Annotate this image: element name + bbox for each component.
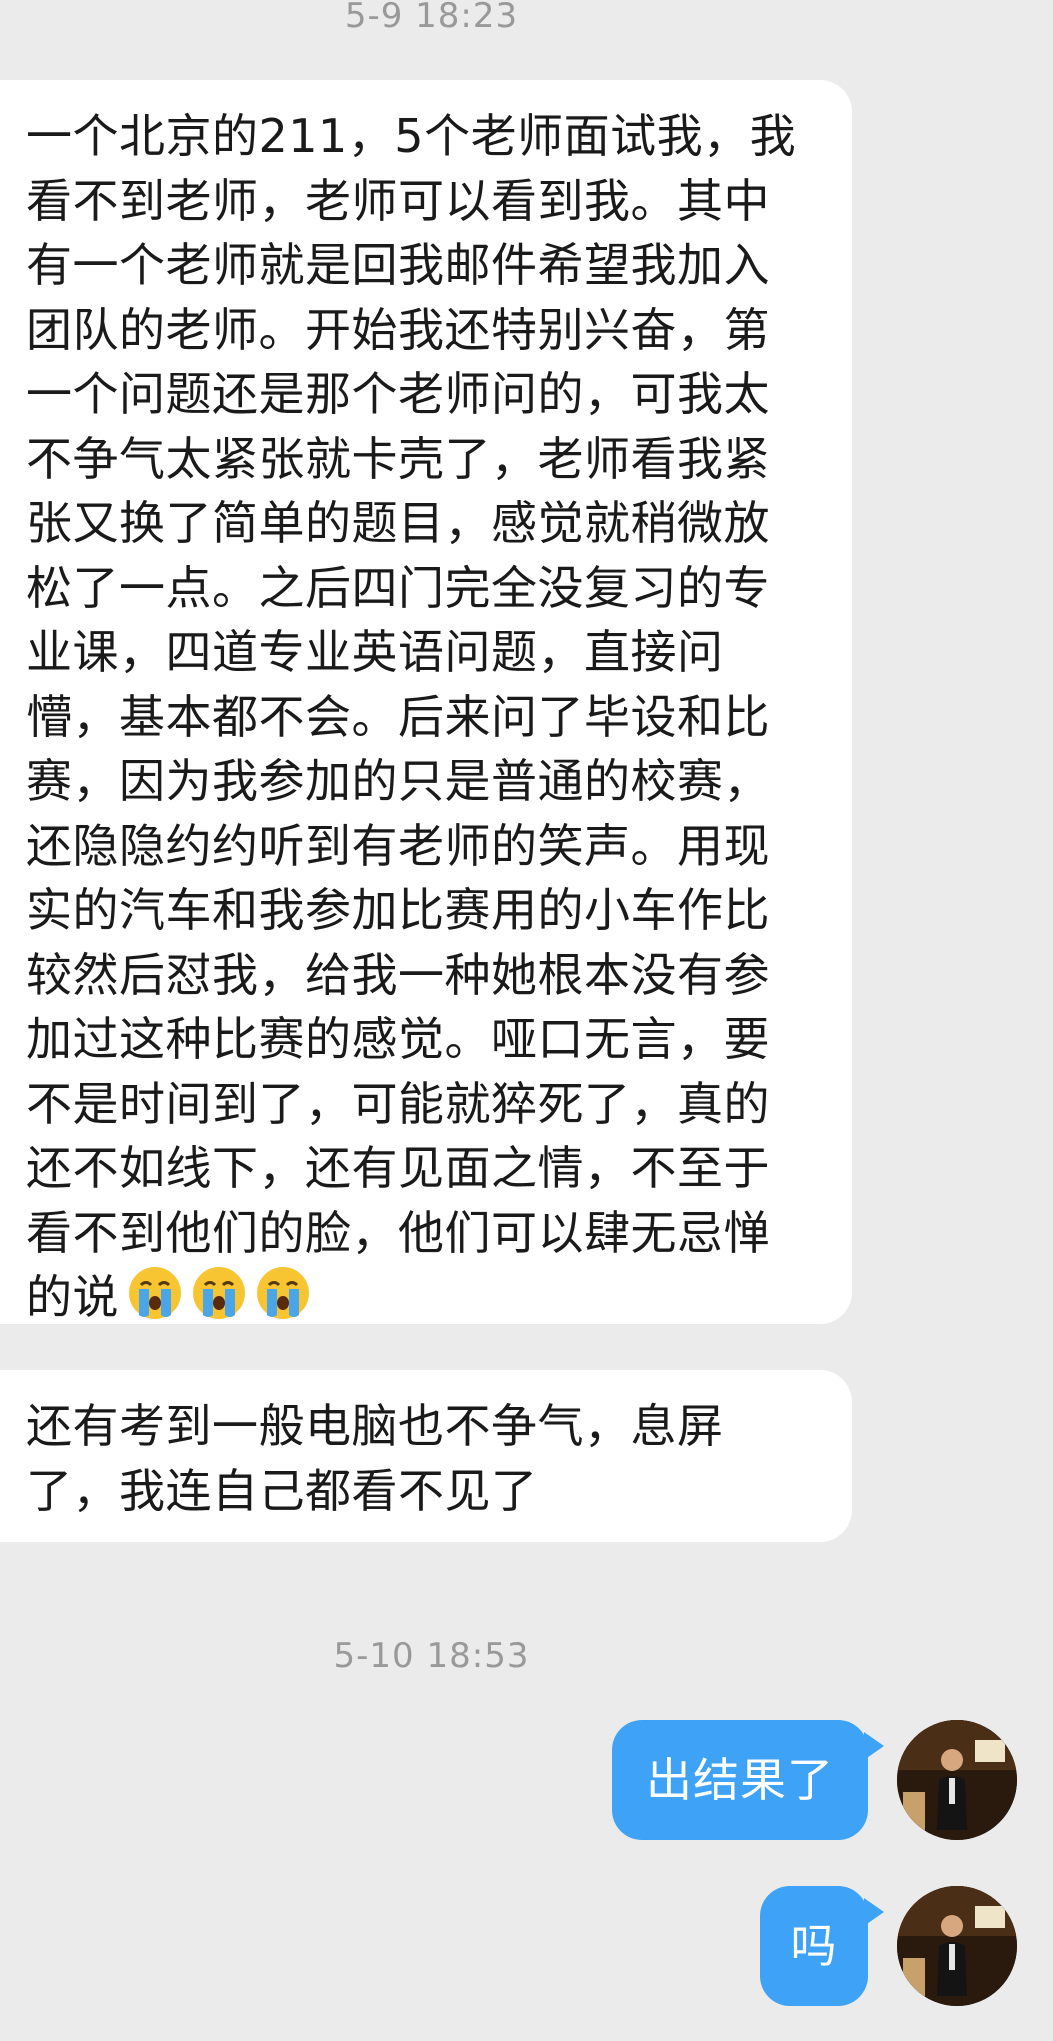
- incoming-message-bubble[interactable]: 一个北京的211，5个老师面试我，我 看不到老师，老师可以看到我。其中 有一个老…: [0, 80, 852, 1324]
- message-text: 还有考到一般电脑也不争气，息屏 了，我连自己都看不见了: [26, 1399, 724, 1518]
- message-text: 吗: [790, 1919, 838, 1973]
- message-text: 出结果了: [646, 1753, 834, 1807]
- timestamp: 5-9 18:23: [344, 0, 519, 36]
- user-avatar-photo: [897, 1886, 1017, 2006]
- crying-face-emoji: [193, 1267, 245, 1319]
- crying-face-emoji: [129, 1267, 181, 1319]
- emoji-group: [127, 1267, 319, 1324]
- outgoing-message-bubble[interactable]: 出结果了: [612, 1720, 884, 1840]
- message-text: 一个北京的211，5个老师面试我，我 看不到老师，老师可以看到我。其中 有一个老…: [26, 109, 797, 1324]
- crying-face-emoji: [257, 1267, 309, 1319]
- outgoing-message-bubble[interactable]: 吗: [760, 1886, 884, 2006]
- timestamp: 5-10 18:53: [333, 1636, 530, 1676]
- avatar[interactable]: [897, 1886, 1017, 2006]
- user-avatar-photo: [897, 1720, 1017, 1840]
- incoming-message-bubble[interactable]: 还有考到一般电脑也不争气，息屏 了，我连自己都看不见了: [0, 1370, 852, 1542]
- avatar[interactable]: [897, 1720, 1017, 1840]
